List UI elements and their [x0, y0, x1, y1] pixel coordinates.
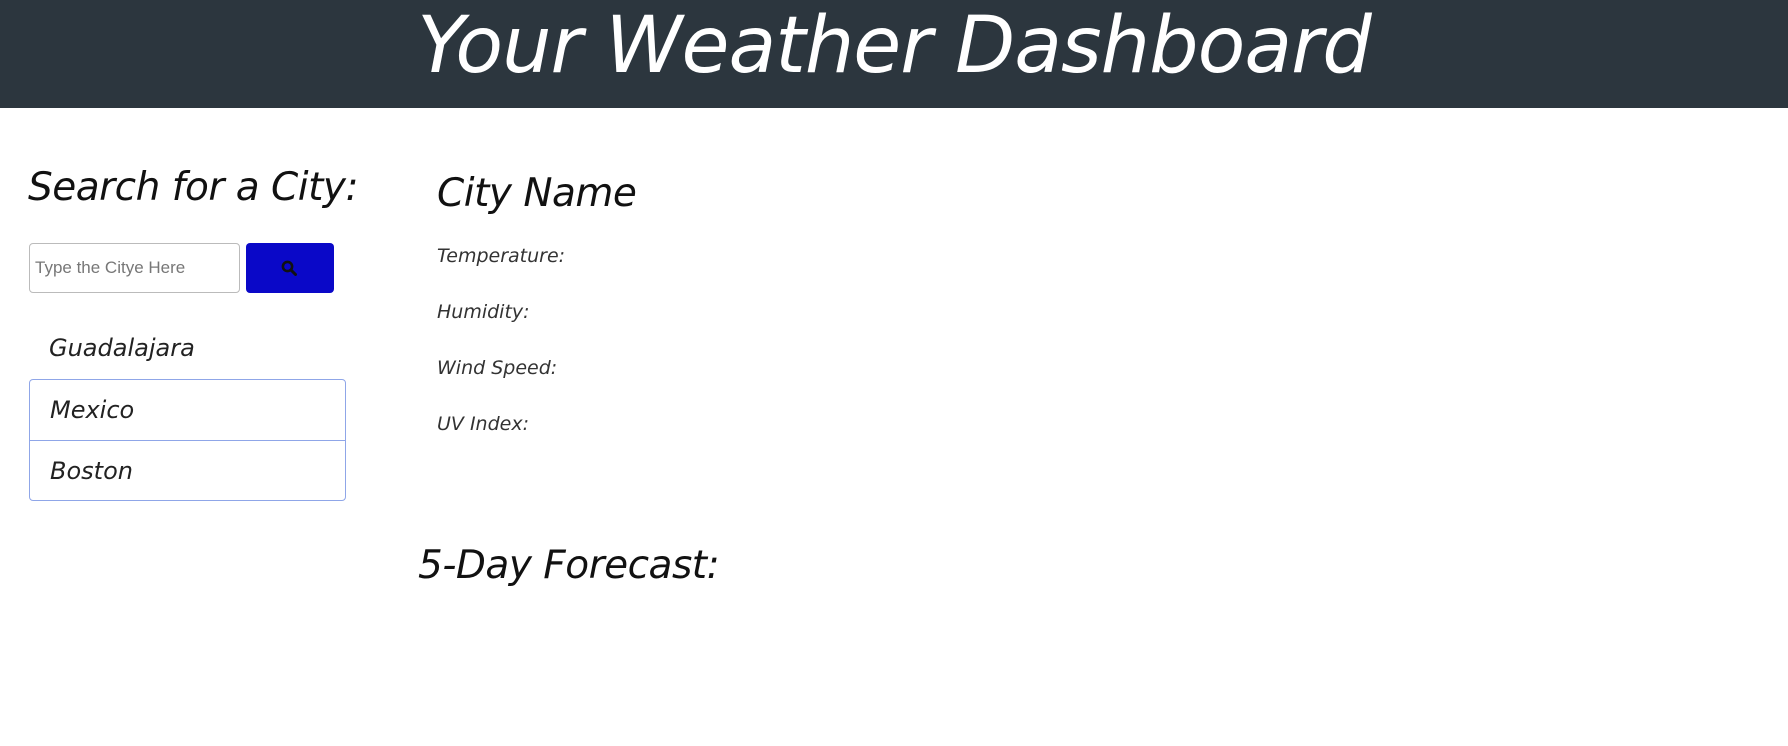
- temperature-label: Temperature:: [437, 245, 566, 267]
- search-history-list: Mexico Boston: [29, 379, 346, 501]
- page-title: Your Weather Dashboard: [417, 1, 1371, 91]
- city-name-heading: City Name: [437, 171, 637, 216]
- search-heading: Search for a City:: [28, 165, 359, 210]
- header-bar: Your Weather Dashboard: [0, 0, 1788, 108]
- history-item-mexico[interactable]: Mexico: [30, 380, 345, 440]
- search-icon: [281, 260, 297, 276]
- history-item-boston[interactable]: Boston: [30, 440, 345, 500]
- humidity-label: Humidity:: [437, 301, 530, 323]
- city-search-input[interactable]: [29, 243, 240, 293]
- search-button[interactable]: [246, 243, 334, 293]
- forecast-heading: 5-Day Forecast:: [418, 543, 720, 588]
- wind-speed-label: Wind Speed:: [437, 357, 558, 379]
- uv-index-label: UV Index:: [437, 413, 529, 435]
- history-item-guadalajara[interactable]: Guadalajara: [29, 323, 346, 373]
